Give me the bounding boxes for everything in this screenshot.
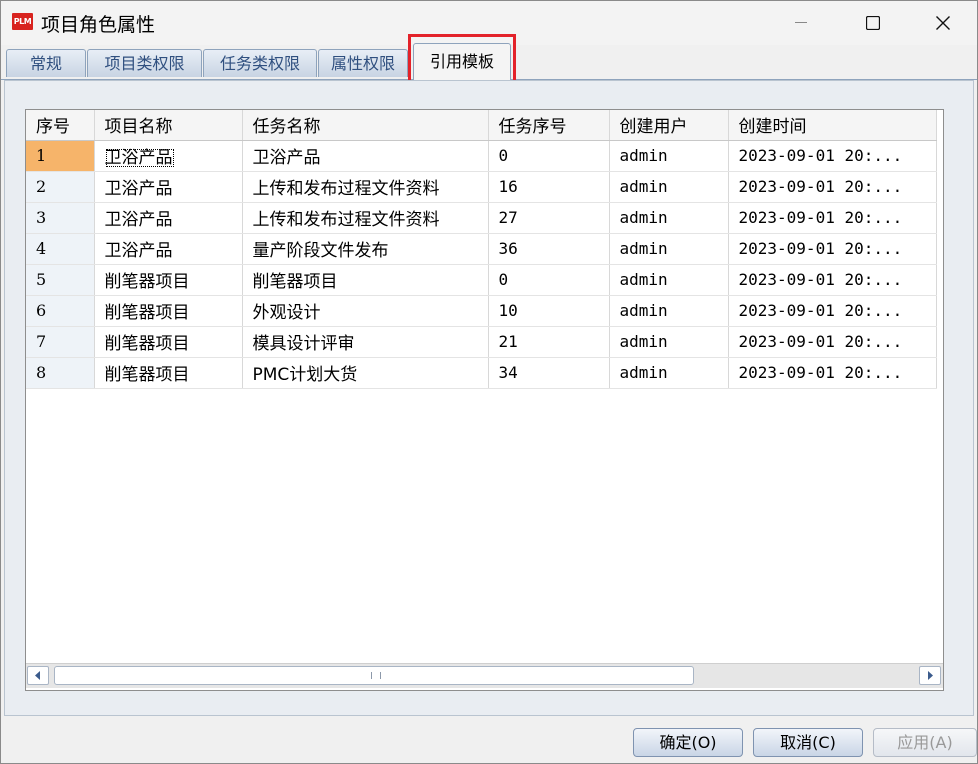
template-table[interactable]: 序号 项目名称 任务名称 任务序号 创建用户 创建时间 1 卫浴产品 卫浴产品 0 ad… [25,109,944,691]
task-name-cell[interactable]: 量产阶段文件发布 [242,233,489,265]
row-index-cell[interactable]: 8 [26,357,95,389]
created-time-cell[interactable]: 2023-09-01 20:... [728,357,937,389]
row-index-cell[interactable]: 4 [26,233,95,265]
data-table: 序号 项目名称 任务名称 任务序号 创建用户 创建时间 1 卫浴产品 卫浴产品 0 ad… [26,110,937,389]
plm-app-icon: PLM [12,13,33,30]
scroll-right-button[interactable] [919,666,941,685]
table-row[interactable]: 7 削笔器项目 模具设计评审 21 admin 2023-09-01 20:... [26,326,937,358]
table-row[interactable]: 2 卫浴产品 上传和发布过程文件资料 16 admin 2023-09-01 20:... [26,171,937,203]
row-index-cell[interactable]: 7 [26,326,95,358]
task-number-cell[interactable]: 27 [488,202,610,234]
created-user-cell[interactable]: admin [609,326,729,358]
task-name-cell[interactable]: 上传和发布过程文件资料 [242,171,489,203]
col-header-index[interactable]: 序号 [26,110,95,141]
close-icon [936,16,950,30]
created-user-cell[interactable]: admin [609,357,729,389]
arrow-right-icon [928,671,933,680]
maximize-icon [866,16,880,30]
task-number-cell[interactable]: 34 [488,357,610,389]
created-time-cell[interactable]: 2023-09-01 20:... [728,171,937,203]
created-time-cell[interactable]: 2023-09-01 20:... [728,140,937,172]
project-name-cell[interactable]: 卫浴产品 [94,171,243,203]
task-number-cell[interactable]: 36 [488,233,610,265]
col-header-created-user[interactable]: 创建用户 [609,110,729,141]
scrollbar-grip-icon [371,672,381,679]
table-row[interactable]: 4 卫浴产品 量产阶段文件发布 36 admin 2023-09-01 20:... [26,233,937,265]
project-name-cell[interactable]: 削笔器项目 [94,357,243,389]
row-index-cell[interactable]: 3 [26,202,95,234]
col-header-task-number[interactable]: 任务序号 [488,110,610,141]
task-name-cell[interactable]: 外观设计 [242,295,489,327]
task-name-cell[interactable]: 上传和发布过程文件资料 [242,202,489,234]
task-name-cell[interactable]: PMC计划大货 [242,357,489,389]
table-body: 1 卫浴产品 卫浴产品 0 admin 2023-09-01 20:... 2 卫浴产品 上传和… [26,140,937,389]
row-index-cell[interactable]: 1 [26,140,95,172]
arrow-left-icon [35,671,40,680]
created-time-cell[interactable]: 2023-09-01 20:... [728,264,937,296]
focused-cell-text: 卫浴产品 [104,148,174,168]
project-name-cell[interactable]: 卫浴产品 [94,233,243,265]
row-index-cell[interactable]: 5 [26,264,95,296]
apply-button[interactable]: 应用(A) [873,728,977,757]
minimize-icon [795,22,807,23]
row-index-cell[interactable]: 2 [26,171,95,203]
task-name-cell[interactable]: 削笔器项目 [242,264,489,296]
project-name-cell[interactable]: 卫浴产品 [94,140,243,172]
task-number-cell[interactable]: 21 [488,326,610,358]
created-user-cell[interactable]: admin [609,295,729,327]
created-time-cell[interactable]: 2023-09-01 20:... [728,202,937,234]
tab-attribute-permissions[interactable]: 属性权限 [318,49,408,77]
created-time-cell[interactable]: 2023-09-01 20:... [728,233,937,265]
scrollbar-thumb[interactable] [54,666,694,685]
table-row[interactable]: 1 卫浴产品 卫浴产品 0 admin 2023-09-01 20:... [26,140,937,172]
task-number-cell[interactable]: 10 [488,295,610,327]
tab-project-permissions[interactable]: 项目类权限 [87,49,202,77]
task-number-cell[interactable]: 0 [488,264,610,296]
project-name-cell[interactable]: 削笔器项目 [94,326,243,358]
table-row[interactable]: 3 卫浴产品 上传和发布过程文件资料 27 admin 2023-09-01 20:... [26,202,937,234]
scroll-left-button[interactable] [27,666,49,685]
task-number-cell[interactable]: 16 [488,171,610,203]
row-index-cell[interactable]: 6 [26,295,95,327]
dialog-window: PLM 项目角色属性 常规 项目类权限 任务类权限 属性权限 引用模板 序号 项… [0,0,978,764]
project-name-cell[interactable]: 卫浴产品 [94,202,243,234]
table-row[interactable]: 8 削笔器项目 PMC计划大货 34 admin 2023-09-01 20:... [26,357,937,389]
created-time-cell[interactable]: 2023-09-01 20:... [728,326,937,358]
created-user-cell[interactable]: admin [609,264,729,296]
cancel-button[interactable]: 取消(C) [753,728,863,757]
tab-task-permissions[interactable]: 任务类权限 [203,49,317,77]
task-name-cell[interactable]: 模具设计评审 [242,326,489,358]
window-title: 项目角色属性 [41,14,156,36]
project-name-cell[interactable]: 削笔器项目 [94,295,243,327]
table-row[interactable]: 5 削笔器项目 削笔器项目 0 admin 2023-09-01 20:... [26,264,937,296]
created-user-cell[interactable]: admin [609,202,729,234]
created-user-cell[interactable]: admin [609,233,729,265]
col-header-project-name[interactable]: 项目名称 [94,110,243,141]
project-name-cell[interactable]: 削笔器项目 [94,264,243,296]
tab-general[interactable]: 常规 [6,49,86,77]
task-name-cell[interactable]: 卫浴产品 [242,140,489,172]
ok-button[interactable]: 确定(O) [633,728,743,757]
task-number-cell[interactable]: 0 [488,140,610,172]
created-user-cell[interactable]: admin [609,140,729,172]
col-header-task-name[interactable]: 任务名称 [242,110,489,141]
created-user-cell[interactable]: admin [609,171,729,203]
table-header-row: 序号 项目名称 任务名称 任务序号 创建用户 创建时间 [26,110,937,141]
col-header-created-time[interactable]: 创建时间 [728,110,937,141]
horizontal-scrollbar[interactable] [26,663,943,688]
maximize-button[interactable] [843,1,903,45]
table-row[interactable]: 6 削笔器项目 外观设计 10 admin 2023-09-01 20:... [26,295,937,327]
created-time-cell[interactable]: 2023-09-01 20:... [728,295,937,327]
minimize-button[interactable] [771,1,831,45]
close-button[interactable] [913,1,973,45]
